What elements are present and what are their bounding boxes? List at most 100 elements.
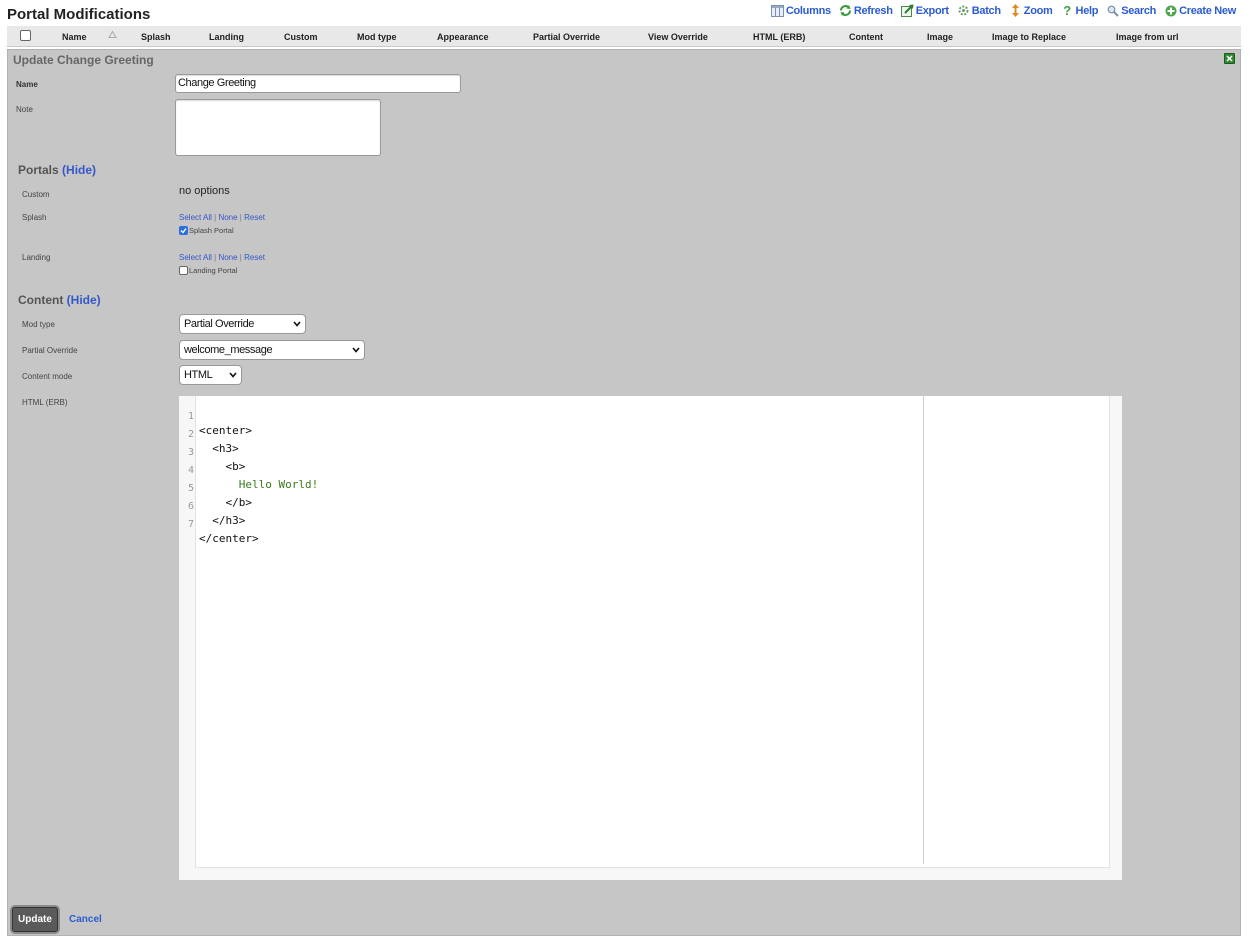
- refresh-label: Refresh: [853, 4, 893, 17]
- select-all-checkbox[interactable]: [20, 30, 31, 41]
- help-label: Help: [1075, 4, 1099, 17]
- batch-icon: [957, 4, 970, 17]
- landing-select-all-link[interactable]: Select All: [179, 253, 212, 262]
- content-section-title: Content (Hide): [18, 293, 101, 307]
- close-icon[interactable]: [1224, 53, 1235, 64]
- partial-override-label: Partial Override: [22, 346, 78, 355]
- portals-section-title: Portals (Hide): [18, 163, 96, 177]
- name-input[interactable]: Change Greeting: [175, 74, 461, 93]
- mod-type-value: Partial Override: [184, 318, 255, 330]
- custom-label: Custom: [22, 190, 50, 199]
- column-header-landing[interactable]: Landing: [209, 32, 244, 42]
- note-textarea[interactable]: [175, 99, 381, 156]
- search-button[interactable]: Search: [1106, 4, 1156, 17]
- code-editor[interactable]: 1 <center> 2 <h3> 3 <b> 4 Hello World! 5…: [179, 396, 1122, 880]
- search-label: Search: [1121, 4, 1157, 17]
- export-icon: [900, 4, 914, 17]
- splash-label: Splash: [22, 213, 47, 222]
- search-icon: [1106, 4, 1119, 17]
- print-margin-line: [923, 396, 924, 864]
- note-label: Note: [16, 105, 33, 114]
- content-mode-select[interactable]: HTML: [179, 365, 242, 385]
- create-new-button[interactable]: Create New: [1164, 4, 1236, 17]
- column-header-custom[interactable]: Custom: [284, 32, 318, 42]
- landing-select-links: Select All | None | Reset: [179, 253, 265, 262]
- form-title: Update Change Greeting: [13, 53, 154, 67]
- portals-hide-link[interactable]: (Hide): [62, 163, 96, 177]
- content-mode-label: Content mode: [22, 372, 73, 381]
- column-header-image-to-replace[interactable]: Image to Replace: [992, 32, 1066, 42]
- landing-none-link[interactable]: None: [218, 253, 237, 262]
- export-label: Export: [915, 4, 949, 17]
- sort-ascending-icon[interactable]: [108, 30, 117, 41]
- landing-portal-option[interactable]: Landing Portal: [179, 266, 237, 275]
- column-header-appearance[interactable]: Appearance: [437, 32, 489, 42]
- content-hide-link[interactable]: (Hide): [67, 293, 101, 307]
- column-header-html-erb[interactable]: HTML (ERB): [753, 32, 805, 42]
- line-number: 7: [187, 519, 194, 530]
- partial-override-value: welcome_message: [184, 344, 273, 356]
- splash-none-link[interactable]: None: [218, 213, 237, 222]
- page-title: Portal Modifications: [7, 6, 151, 23]
- landing-label: Landing: [22, 253, 51, 262]
- splash-select-all-link[interactable]: Select All: [179, 213, 212, 222]
- column-header-row: Name Splash Landing Custom Mod type Appe…: [7, 26, 1241, 47]
- code-line[interactable]: 1 <center>: [179, 398, 779, 437]
- content-title: Content: [18, 293, 64, 307]
- update-form-panel: Update Change Greeting Name Change Greet…: [7, 49, 1241, 936]
- toolbar-actions: Columns Refresh Export Batch Zoom ? Help…: [770, 3, 1236, 18]
- export-button[interactable]: Export: [900, 4, 949, 17]
- splash-select-links: Select All | None | Reset: [179, 213, 265, 222]
- columns-icon: [770, 4, 784, 17]
- mod-type-label: Mod type: [22, 320, 55, 329]
- code-line[interactable]: 4 Hello World!: [179, 452, 779, 491]
- columns-button[interactable]: Columns: [770, 4, 831, 17]
- splash-portal-label: Splash Portal: [189, 226, 234, 235]
- column-header-content[interactable]: Content: [849, 32, 883, 42]
- refresh-icon: [839, 4, 852, 17]
- splash-reset-link[interactable]: Reset: [244, 213, 265, 222]
- columns-label: Columns: [785, 4, 831, 17]
- create-new-label: Create New: [1179, 4, 1236, 17]
- column-header-splash[interactable]: Splash: [141, 32, 171, 42]
- zoom-icon: [1009, 4, 1022, 17]
- landing-reset-link[interactable]: Reset: [244, 253, 265, 262]
- top-bar: Portal Modifications Columns Refresh Exp…: [0, 0, 1250, 24]
- update-button[interactable]: Update: [12, 907, 58, 932]
- column-header-image-from-url[interactable]: Image from url: [1116, 32, 1179, 42]
- help-button[interactable]: ? Help: [1061, 3, 1099, 18]
- code-line[interactable]: 5 </b>: [179, 470, 779, 509]
- code-line[interactable]: 2 <h3>: [179, 416, 779, 455]
- landing-portal-label: Landing Portal: [189, 266, 238, 275]
- column-header-view-override[interactable]: View Override: [648, 32, 708, 42]
- column-header-mod-type[interactable]: Mod type: [357, 32, 397, 42]
- splash-portal-option[interactable]: Splash Portal: [179, 226, 234, 235]
- code-editor-body[interactable]: 1 <center> 2 <h3> 3 <b> 4 Hello World! 5…: [179, 396, 1110, 868]
- splash-portal-checkbox[interactable]: [179, 226, 188, 235]
- content-mode-value: HTML: [184, 369, 213, 381]
- chevron-down-icon: [293, 318, 301, 330]
- refresh-button[interactable]: Refresh: [839, 4, 893, 17]
- batch-button[interactable]: Batch: [957, 4, 1001, 17]
- column-header-partial-override[interactable]: Partial Override: [533, 32, 600, 42]
- zoom-button[interactable]: Zoom: [1009, 4, 1053, 17]
- column-header-image[interactable]: Image: [927, 32, 953, 42]
- code-line[interactable]: 6 </h3>: [179, 488, 779, 527]
- partial-override-select[interactable]: welcome_message: [179, 340, 365, 360]
- code-line[interactable]: 3 <b>: [179, 434, 779, 473]
- code-line[interactable]: 7 </center>: [179, 506, 779, 545]
- name-label: Name: [16, 80, 38, 89]
- code-text: </center>: [199, 532, 259, 545]
- chevron-down-icon: [352, 344, 360, 356]
- landing-portal-checkbox[interactable]: [179, 266, 188, 275]
- column-header-name[interactable]: Name: [62, 32, 87, 42]
- custom-value: no options: [179, 185, 230, 197]
- cancel-button[interactable]: Cancel: [69, 914, 102, 925]
- help-icon: ?: [1063, 3, 1071, 18]
- mod-type-select[interactable]: Partial Override: [179, 314, 306, 334]
- html-erb-label: HTML (ERB): [22, 398, 68, 407]
- chevron-down-icon: [229, 369, 237, 381]
- create-new-icon: [1164, 4, 1177, 17]
- portals-title: Portals: [18, 163, 59, 177]
- zoom-label: Zoom: [1023, 4, 1053, 17]
